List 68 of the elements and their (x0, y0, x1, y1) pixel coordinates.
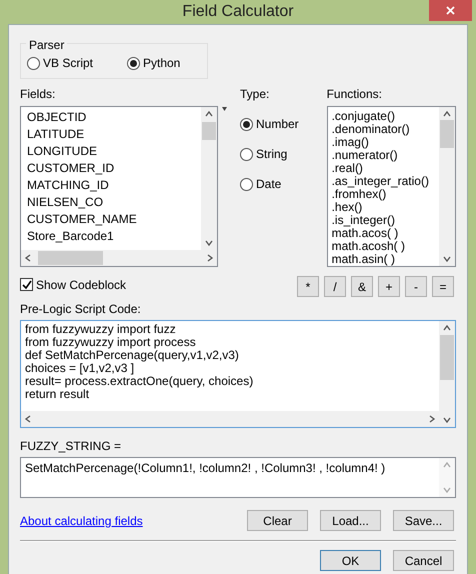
scroll-up-icon[interactable] (443, 324, 451, 332)
function-list-item[interactable]: .denominator() (330, 123, 437, 136)
function-list-item[interactable]: .real() (330, 162, 437, 175)
section-label: Fields: (20, 86, 56, 103)
scroll-thumb[interactable] (202, 122, 216, 140)
field-list-item[interactable]: Store_Barcode1 (25, 228, 198, 245)
group-label: Parser (26, 38, 68, 52)
function-list-item[interactable]: .fromhex() (330, 188, 437, 201)
scroll-thumb[interactable] (440, 120, 454, 148)
radio-option[interactable]: Date (240, 175, 327, 193)
scroll-up-icon[interactable] (443, 110, 451, 118)
horizontal-scrollbar[interactable] (21, 411, 439, 427)
vertical-scrollbar[interactable] (201, 107, 218, 250)
dialog-button[interactable]: OK (320, 550, 381, 571)
scroll-left-icon[interactable] (24, 415, 32, 423)
operator-button[interactable]: = (432, 276, 454, 297)
operator-button[interactable]: * (297, 276, 319, 297)
window-title: Field Calculator (182, 2, 294, 22)
vertical-scrollbar[interactable] (439, 107, 455, 266)
function-list-item[interactable]: math.acos( ) (330, 227, 437, 240)
scroll-down-icon[interactable] (205, 239, 214, 247)
field-list-item[interactable]: MATCHING_ID (25, 177, 198, 194)
dialog-button[interactable]: Save... (393, 510, 454, 531)
scroll-right-icon[interactable] (206, 254, 214, 262)
function-list-item[interactable]: .conjugate() (330, 110, 437, 123)
function-list-item[interactable]: .is_integer() (330, 214, 437, 227)
operator-button[interactable]: - (405, 276, 427, 297)
function-list-item[interactable]: .imag() (330, 136, 437, 149)
scroll-left-icon[interactable] (24, 254, 32, 262)
scroll-thumb[interactable] (38, 251, 103, 265)
function-list-item[interactable]: math.asin( ) (330, 253, 437, 266)
dropdown-arrow-icon[interactable] (222, 106, 228, 111)
dialog-button[interactable]: Cancel (393, 550, 454, 571)
field-list-item[interactable]: LATITUDE (25, 126, 198, 143)
field-list-item[interactable]: LONGITUDE (25, 143, 198, 160)
operator-button[interactable]: + (378, 276, 400, 297)
function-list-item[interactable]: .as_integer_ratio() (330, 175, 437, 188)
field-list-item[interactable]: CUSTOMER_NAME (25, 211, 198, 228)
dialog-button[interactable]: Load... (320, 510, 381, 531)
function-list-item[interactable]: .hex() (330, 201, 437, 214)
operator-button[interactable]: & (351, 276, 373, 297)
close-button[interactable] (429, 0, 472, 21)
scroll-right-icon[interactable] (428, 415, 436, 423)
operator-button[interactable]: / (324, 276, 346, 297)
field-list-item[interactable]: CUSTOMER_ID (25, 160, 198, 177)
scroll-down-icon[interactable] (443, 416, 451, 424)
radio-option[interactable]: String (240, 145, 327, 163)
scroll-up-icon[interactable] (205, 110, 214, 118)
horizontal-scrollbar[interactable] (21, 250, 218, 266)
scroll-thumb[interactable] (440, 335, 454, 380)
function-list-item[interactable]: math.acosh( ) (330, 240, 437, 253)
checkmark-icon (22, 280, 32, 290)
field-list-item[interactable]: NIELSEN_CO (25, 194, 198, 211)
section-label: FUZZY_STRING = (20, 438, 122, 455)
section-label: Functions: (326, 86, 383, 103)
scroll-down-icon[interactable] (443, 255, 451, 263)
close-icon (446, 6, 455, 15)
radio-option[interactable]: Python (127, 54, 180, 72)
section-label: Type: (240, 86, 270, 103)
section-label: Pre-Logic Script Code: (20, 301, 142, 318)
vertical-scrollbar[interactable] (439, 321, 455, 427)
help-link[interactable]: About calculating fields (20, 512, 143, 530)
dialog-button[interactable]: Clear (247, 510, 308, 531)
radio-option[interactable]: VB Script (27, 54, 127, 72)
show-codeblock-checkbox[interactable]: Show Codeblock (20, 276, 126, 294)
field-list-item[interactable]: OBJECTID (25, 109, 198, 126)
function-list-item[interactable]: .numerator() (330, 149, 437, 162)
radio-option[interactable]: Number (240, 115, 327, 133)
